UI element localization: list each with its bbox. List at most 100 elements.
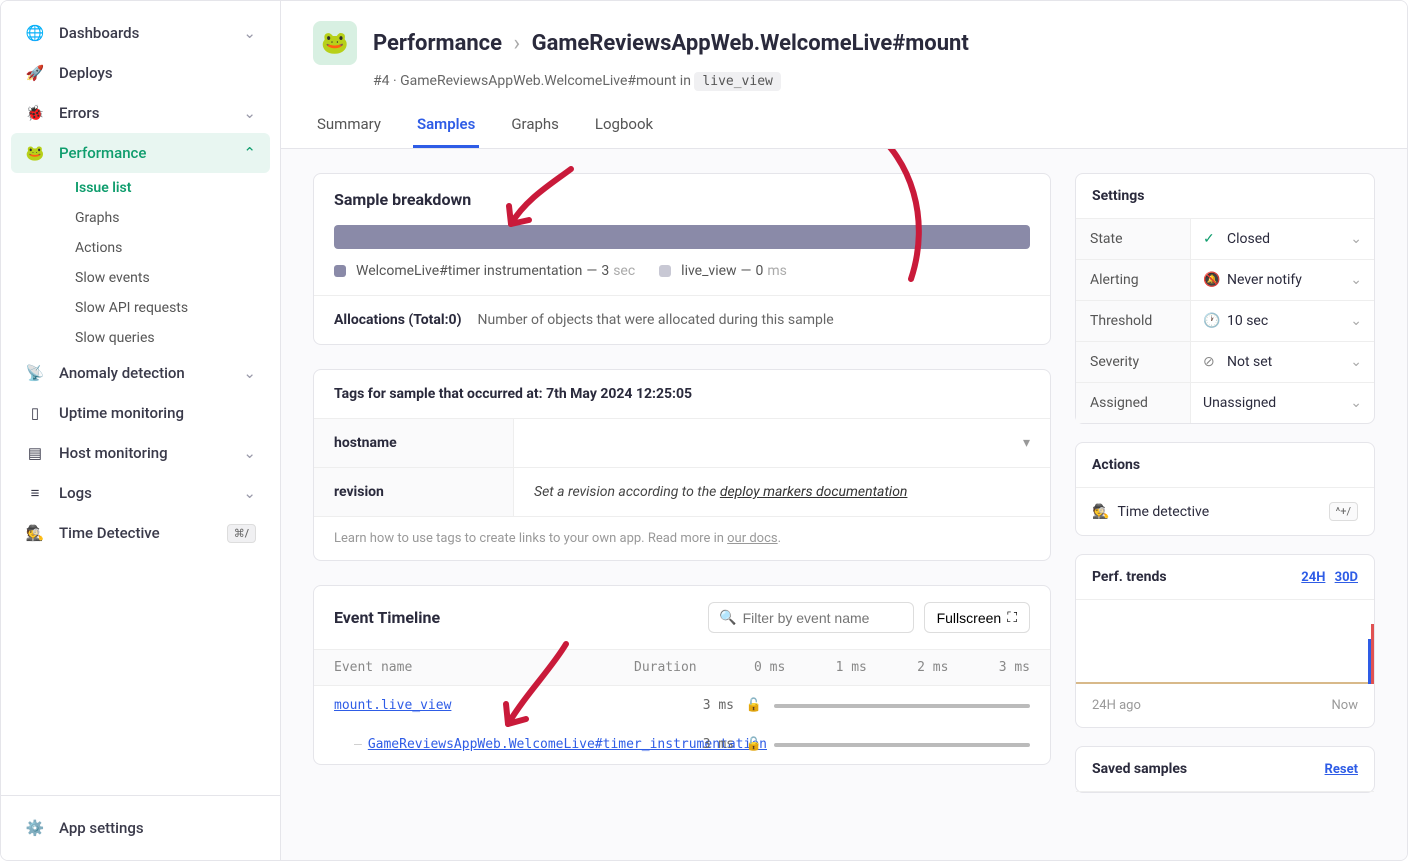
app-icon: 🐸 (313, 21, 357, 65)
tag-key: revision (314, 468, 514, 516)
setting-assigned[interactable]: Assigned Unassigned⌄ (1076, 383, 1374, 423)
time-detective-action[interactable]: 🕵️ Time detective (1092, 504, 1209, 520)
tag-key: hostname (314, 419, 514, 467)
saved-samples-panel: Saved samples Reset (1075, 746, 1375, 793)
breadcrumb-separator: › (514, 31, 521, 56)
trend-foot-right: Now (1332, 698, 1358, 713)
breadcrumb: Performance › GameReviewsAppWeb.WelcomeL… (373, 31, 969, 56)
breadcrumb-page: GameReviewsAppWeb.WelcomeLive#mount (532, 31, 969, 56)
docs-link[interactable]: our docs (727, 531, 777, 546)
nav-label: Time Detective (59, 524, 160, 542)
sample-breakdown-panel: Sample breakdown WelcomeLive#timer instr… (313, 173, 1051, 345)
nav-anomaly[interactable]: 📡 Anomaly detection ⌄ (11, 353, 270, 393)
setting-state[interactable]: State ✓Closed⌄ (1076, 219, 1374, 260)
setting-severity[interactable]: Severity ⊘Not set⌄ (1076, 342, 1374, 383)
panel-title: Event Timeline (334, 608, 440, 627)
subnav-slow-api[interactable]: Slow API requests (61, 293, 270, 323)
trends-24h-link[interactable]: 24H (1301, 570, 1325, 585)
tab-summary[interactable]: Summary (313, 103, 385, 148)
filter-input-wrap[interactable]: 🔍 (708, 602, 913, 633)
col-event-name: Event name (334, 660, 634, 675)
setting-alerting[interactable]: Alerting 🔕Never notify⌄ (1076, 260, 1374, 301)
sidebar: 🌐 Dashboards ⌄ 🚀 Deploys 🐞 Errors ⌄ 🐸 Pe… (1, 1, 281, 860)
nav-label: Logs (59, 484, 92, 502)
tags-footer: Learn how to use tags to create links to… (314, 517, 1050, 560)
nav-performance-sub: Issue list Graphs Actions Slow events Sl… (11, 173, 270, 353)
tag-row-revision: revision Set a revision according to the… (314, 468, 1050, 517)
nav-logs[interactable]: ≡ Logs ⌄ (11, 473, 270, 513)
subnav-issue-list[interactable]: Issue list (61, 173, 270, 203)
fullscreen-button[interactable]: Fullscreen ⛶ (924, 602, 1030, 633)
subnav-actions[interactable]: Actions (61, 233, 270, 263)
chevron-down-icon: ⌄ (1350, 313, 1362, 329)
nav-app-settings[interactable]: ⚙️ App settings (11, 808, 270, 848)
tag-value: ▾ (514, 419, 1050, 467)
none-icon: ⊘ (1203, 354, 1219, 370)
nav-label: Host monitoring (59, 444, 168, 462)
gear-icon: ⚙️ (25, 818, 45, 838)
nav-dashboards[interactable]: 🌐 Dashboards ⌄ (11, 13, 270, 53)
search-icon: 🔍 (719, 610, 736, 626)
event-link[interactable]: mount.live_view (334, 698, 451, 713)
monitor-icon: ▯ (25, 403, 45, 423)
perf-trends-panel: Perf. trends 24H 30D 24H ago Now (1075, 554, 1375, 728)
event-timeline-panel: Event Timeline 🔍 Fullscreen ⛶ (313, 585, 1051, 765)
settings-panel: Settings State ✓Closed⌄ Alerting 🔕Never … (1075, 173, 1375, 424)
tag-row-hostname: hostname ▾ (314, 419, 1050, 468)
nav-label: Deploys (59, 64, 113, 82)
trend-chart (1076, 612, 1374, 692)
legend-item: WelcomeLive#timer instrumentation — 3 se… (334, 263, 635, 279)
chevron-down-icon: ⌄ (243, 104, 256, 122)
setting-threshold[interactable]: Threshold 🕐10 sec⌄ (1076, 301, 1374, 342)
subnav-slow-events[interactable]: Slow events (61, 263, 270, 293)
page-header: 🐸 Performance › GameReviewsAppWeb.Welcom… (281, 1, 1407, 149)
panel-title: Actions (1076, 443, 1374, 488)
subnav-slow-queries[interactable]: Slow queries (61, 323, 270, 353)
legend-item: live_view — 0 ms (659, 263, 787, 279)
panel-title: Tags for sample that occurred at: 7th Ma… (314, 370, 1050, 419)
reset-link[interactable]: Reset (1325, 762, 1358, 777)
nav-label: App settings (59, 819, 144, 837)
allocations-desc: Number of objects that were allocated du… (477, 312, 833, 328)
nav-time-detective[interactable]: 🕵️ Time Detective ⌘/ (11, 513, 270, 553)
legend-swatch (334, 265, 346, 277)
namespace-pill: live_view (694, 72, 780, 91)
lock-icon[interactable]: 🔓 (734, 698, 774, 713)
event-bar (774, 743, 1030, 747)
filter-input[interactable] (743, 610, 903, 626)
event-duration: 3 ms (634, 698, 734, 713)
globe-icon: 🌐 (25, 23, 45, 43)
trend-foot-left: 24H ago (1092, 698, 1141, 713)
trends-30d-link[interactable]: 30D (1335, 570, 1358, 585)
actions-panel: Actions 🕵️ Time detective ^+/ (1075, 442, 1375, 536)
tab-logbook[interactable]: Logbook (591, 103, 657, 148)
tags-panel: Tags for sample that occurred at: 7th Ma… (313, 369, 1051, 561)
chevron-down-icon: ⌄ (1350, 395, 1362, 411)
panel-title: Perf. trends (1092, 569, 1167, 585)
event-link[interactable]: GameReviewsAppWeb.WelcomeLive#timer_inst… (368, 737, 618, 752)
filter-icon[interactable]: ▾ (1023, 435, 1030, 451)
chevron-down-icon: ⌄ (243, 24, 256, 42)
subnav-graphs[interactable]: Graphs (61, 203, 270, 233)
chevron-down-icon: ⌄ (1350, 231, 1362, 247)
tab-graphs[interactable]: Graphs (507, 103, 563, 148)
nav-deploys[interactable]: 🚀 Deploys (11, 53, 270, 93)
timeline-row: —GameReviewsAppWeb.WelcomeLive#timer_ins… (314, 725, 1050, 764)
nav-label: Dashboards (59, 24, 139, 42)
tab-samples[interactable]: Samples (413, 103, 479, 148)
bug-icon: 🐞 (25, 103, 45, 123)
list-icon: ≡ (25, 483, 45, 503)
chevron-down-icon: ⌄ (243, 444, 256, 462)
nav-uptime[interactable]: ▯ Uptime monitoring (11, 393, 270, 433)
nav-label: Performance (59, 144, 146, 162)
deploy-markers-link[interactable]: deploy markers documentation (720, 484, 908, 500)
fullscreen-icon: ⛶ (1007, 609, 1017, 626)
lock-icon[interactable]: 🔓 (734, 737, 774, 752)
panel-title: Saved samples (1092, 761, 1187, 777)
nav-errors[interactable]: 🐞 Errors ⌄ (11, 93, 270, 133)
nav-performance[interactable]: 🐸 Performance ⌃ (11, 133, 270, 173)
legend-swatch (659, 265, 671, 277)
nav-host[interactable]: ▤ Host monitoring ⌄ (11, 433, 270, 473)
kbd-shortcut: ⌘/ (227, 524, 256, 543)
breadcrumb-root[interactable]: Performance (373, 31, 502, 56)
